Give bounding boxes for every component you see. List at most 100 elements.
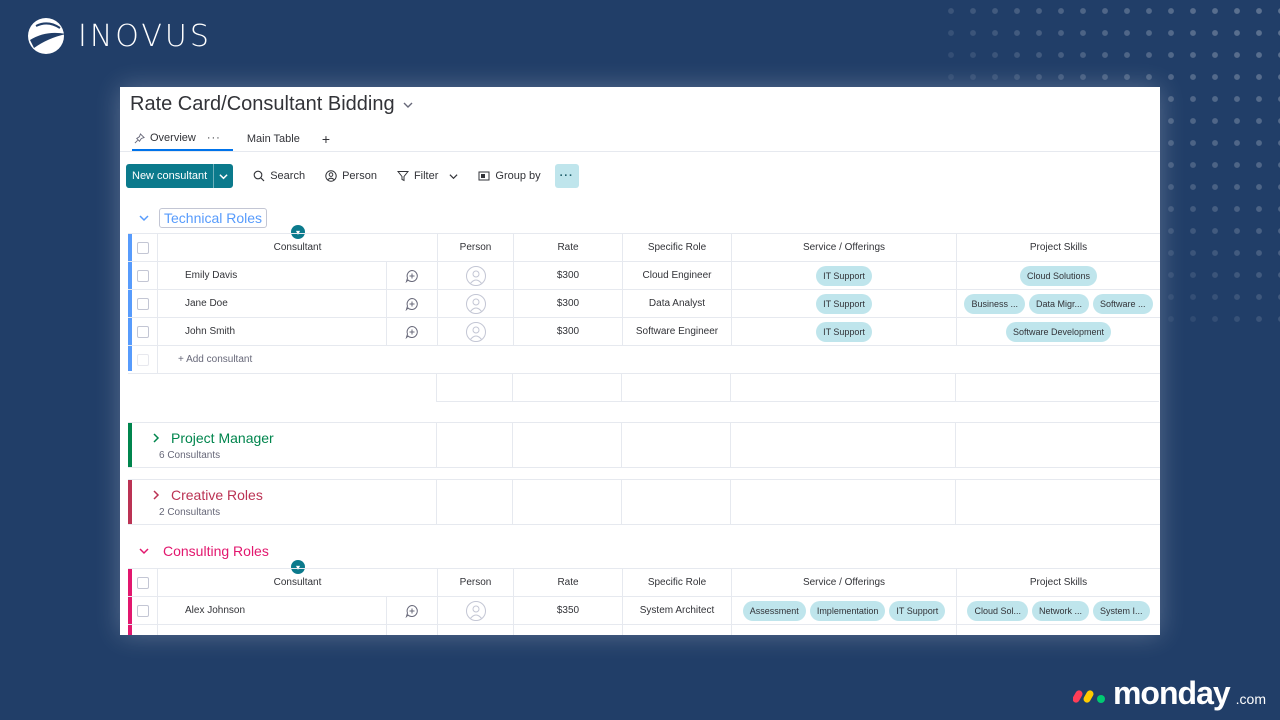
rate-cell[interactable]: $300 — [514, 318, 623, 345]
chevron-down-icon[interactable] — [139, 213, 149, 223]
more-dots-icon[interactable]: ··· — [207, 132, 221, 144]
filter-icon — [396, 171, 409, 182]
group-creative-roles[interactable]: Creative Roles 2 Consultants — [128, 479, 1160, 525]
consultant-name[interactable]: Emily Davis — [158, 262, 387, 289]
role-cell[interactable]: System Architect — [623, 597, 732, 624]
consulting-table: Consultant Person Rate Specific Role Ser… — [128, 568, 1160, 635]
role-cell[interactable]: Software Engineer — [623, 318, 732, 345]
group-title-consulting[interactable]: Consulting Roles — [159, 543, 269, 559]
group-by-label: Group by — [495, 170, 541, 182]
add-view-button[interactable]: + — [320, 127, 342, 151]
consultant-name[interactable]: John Smith — [158, 318, 387, 345]
skills-cell[interactable]: Cloud Solutions — [957, 262, 1160, 289]
column-header-consultant[interactable]: Consultant — [158, 569, 438, 596]
column-header-services[interactable]: Service / Offerings — [732, 569, 957, 596]
column-header-consultant[interactable]: Consultant — [158, 234, 438, 261]
table-row[interactable]: Jane Doe $300 Data Analyst IT Support Bu… — [128, 290, 1160, 318]
person-label: Person — [342, 170, 377, 182]
skill-tag: Cloud Solutions — [1019, 265, 1098, 286]
row-checkbox[interactable] — [128, 290, 158, 317]
group-by-icon — [478, 171, 490, 181]
chevron-down-icon[interactable] — [449, 172, 458, 181]
add-update-icon[interactable] — [387, 318, 438, 345]
person-cell[interactable] — [438, 262, 514, 289]
chevron-down-icon[interactable] — [213, 164, 233, 188]
add-update-icon[interactable] — [387, 290, 438, 317]
rate-cell[interactable]: $300 — [514, 262, 623, 289]
column-header-rate[interactable]: Rate — [514, 569, 623, 596]
service-tag: Implementation — [809, 600, 886, 621]
skills-cell[interactable]: Cloud Sol... Network ... System I... — [957, 597, 1160, 624]
table-header-row: Consultant Person Rate Specific Role Ser… — [128, 569, 1160, 597]
more-options-button[interactable]: ··· — [554, 164, 579, 188]
skill-tag: Network ... — [1032, 600, 1090, 621]
person-cell[interactable] — [438, 290, 514, 317]
group-count: 6 Consultants — [159, 449, 221, 461]
group-header-technical[interactable]: Technical Roles — [139, 208, 268, 228]
group-header-consulting[interactable]: Consulting Roles — [139, 543, 269, 559]
group-project-manager[interactable]: Project Manager 6 Consultants — [128, 422, 1160, 468]
column-header-person[interactable]: Person — [438, 569, 514, 596]
service-tag: Assessment — [742, 600, 806, 621]
board-header: Rate Card/Consultant Bidding — [130, 93, 413, 116]
add-update-icon[interactable] — [387, 597, 438, 624]
table-header-row: Consultant Person Rate Specific Role Ser… — [128, 234, 1160, 262]
row-checkbox[interactable] — [128, 318, 158, 345]
services-cell[interactable]: IT Support — [732, 290, 957, 317]
table-row[interactable]: Alex Johnson $350 System Architect Asses… — [128, 597, 1160, 625]
pin-icon — [134, 132, 145, 143]
add-update-icon[interactable] — [387, 262, 438, 289]
service-tag: IT Support — [816, 293, 872, 314]
column-header-rate[interactable]: Rate — [514, 234, 623, 261]
group-title-project-manager[interactable]: Project Manager — [171, 430, 274, 446]
skill-tag: Cloud Sol... — [967, 600, 1028, 621]
services-cell[interactable]: IT Support — [732, 262, 957, 289]
add-consultant-label[interactable]: + Add consultant — [178, 354, 252, 365]
row-checkbox[interactable] — [128, 262, 158, 289]
column-header-person[interactable]: Person — [438, 234, 514, 261]
search-button[interactable]: Search — [253, 170, 305, 182]
skills-cell[interactable]: Business ... Data Migr... Software ... — [957, 290, 1160, 317]
select-all-checkbox[interactable] — [128, 234, 158, 261]
role-cell[interactable]: Cloud Engineer — [623, 262, 732, 289]
column-header-skills[interactable]: Project Skills — [957, 569, 1160, 596]
group-by-button[interactable]: Group by — [478, 170, 541, 182]
tab-main-table[interactable]: Main Table — [245, 127, 312, 151]
chevron-down-icon[interactable] — [403, 100, 413, 110]
search-icon — [253, 170, 265, 182]
skills-cell[interactable]: Software Development — [957, 318, 1160, 345]
board-title[interactable]: Rate Card/Consultant Bidding — [130, 93, 395, 116]
person-cell[interactable] — [438, 318, 514, 345]
rate-cell[interactable]: $350 — [514, 597, 623, 624]
consultant-name[interactable]: Alex Johnson — [158, 597, 387, 624]
new-consultant-button[interactable]: New consultant — [126, 164, 234, 188]
person-cell[interactable] — [438, 597, 514, 624]
person-icon — [325, 170, 337, 182]
group-count: 2 Consultants — [159, 506, 221, 518]
chevron-down-icon[interactable] — [139, 546, 149, 556]
services-cell[interactable]: Assessment Implementation IT Support — [732, 597, 957, 624]
column-header-services[interactable]: Service / Offerings — [732, 234, 957, 261]
row-checkbox[interactable] — [128, 597, 158, 624]
column-header-role[interactable]: Specific Role — [623, 569, 732, 596]
tab-main-table-label: Main Table — [246, 133, 300, 145]
chevron-right-icon[interactable] — [151, 489, 161, 500]
column-header-skills[interactable]: Project Skills — [957, 234, 1160, 261]
tab-overview[interactable]: Overview ··· — [132, 127, 233, 151]
more-dots-icon: ··· — [559, 170, 574, 182]
group-title-technical[interactable]: Technical Roles — [159, 208, 268, 228]
column-header-role[interactable]: Specific Role — [623, 234, 732, 261]
rate-cell[interactable]: $300 — [514, 290, 623, 317]
select-all-checkbox[interactable] — [128, 569, 158, 596]
services-cell[interactable]: IT Support — [732, 318, 957, 345]
person-filter-button[interactable]: Person — [325, 170, 377, 182]
table-row[interactable]: John Smith $300 Software Engineer IT Sup… — [128, 318, 1160, 346]
add-consultant-row[interactable]: + Add consultant — [128, 345, 1160, 374]
table-row[interactable]: Emily Davis $300 Cloud Engineer IT Suppo… — [128, 262, 1160, 290]
group-title-creative[interactable]: Creative Roles — [171, 487, 263, 503]
chevron-right-icon[interactable] — [151, 432, 161, 443]
filter-button[interactable]: Filter — [396, 170, 458, 182]
role-cell[interactable]: Data Analyst — [623, 290, 732, 317]
consultant-name[interactable]: Jane Doe — [158, 290, 387, 317]
toolbar: New consultant Search Person Filter Grou… — [126, 164, 579, 188]
